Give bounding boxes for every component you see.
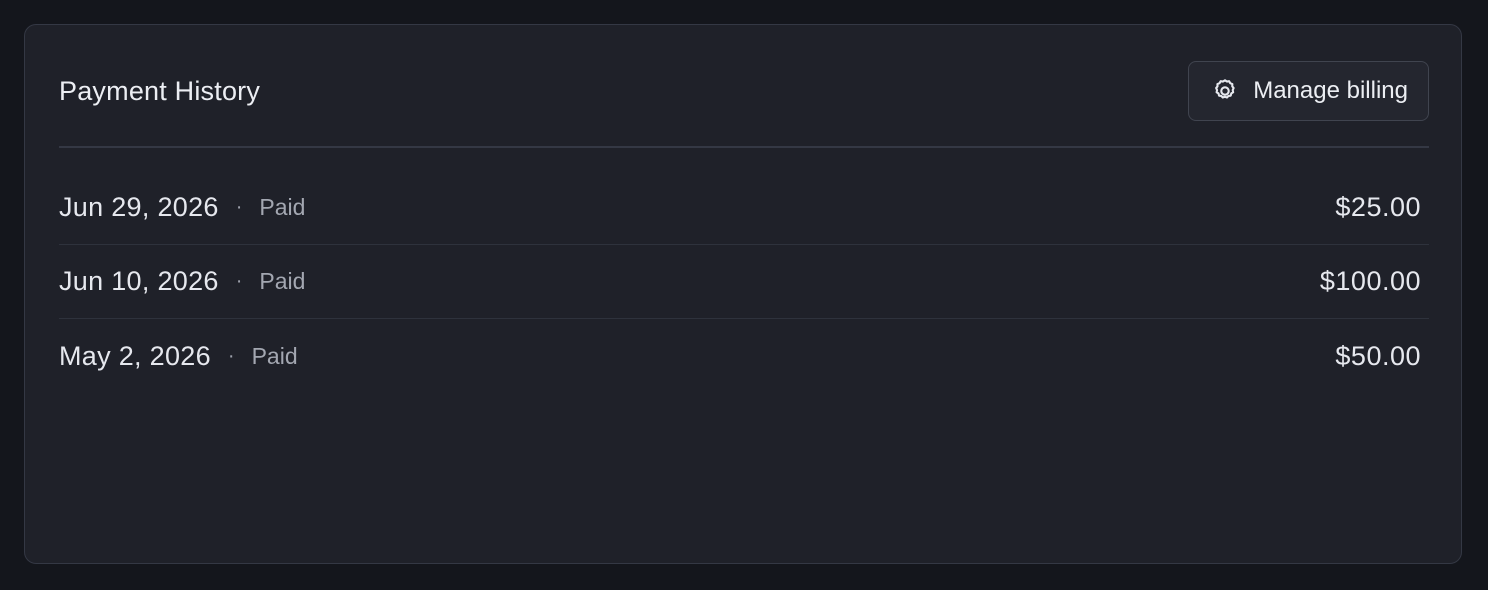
payment-row: May 2, 2026 · Paid $50.00: [59, 319, 1429, 393]
payment-date: May 2, 2026: [59, 340, 211, 371]
payment-row: Jun 29, 2026 · Paid $25.00: [59, 171, 1429, 245]
separator-dot: ·: [235, 270, 243, 292]
payment-amount: $25.00: [1335, 192, 1421, 222]
separator-dot: ·: [235, 196, 243, 218]
payment-history-card: Payment History Manage billing Jun 29, 2…: [24, 24, 1462, 564]
manage-billing-button[interactable]: Manage billing: [1188, 61, 1429, 121]
payment-amount: $100.00: [1319, 266, 1421, 296]
payment-row: Jun 10, 2026 · Paid $100.00: [59, 245, 1429, 319]
payment-status: Paid: [259, 194, 306, 220]
payment-amount: $50.00: [1335, 340, 1421, 371]
card-header: Payment History Manage billing: [59, 59, 1429, 123]
header-divider: [59, 146, 1429, 148]
card-title: Payment History: [59, 75, 261, 106]
payment-status: Paid: [251, 342, 298, 369]
gear-icon: [1211, 77, 1239, 105]
payment-row-info: May 2, 2026 · Paid: [59, 341, 298, 372]
manage-billing-label: Manage billing: [1253, 77, 1408, 104]
payment-date: Jun 29, 2026: [59, 192, 219, 222]
payment-date: Jun 10, 2026: [59, 266, 219, 296]
separator-dot: ·: [227, 344, 235, 367]
payment-row-info: Jun 29, 2026 · Paid: [59, 192, 305, 223]
payment-status: Paid: [259, 268, 306, 294]
payment-list: Jun 29, 2026 · Paid $25.00 Jun 10, 2026 …: [59, 171, 1429, 393]
payment-row-info: Jun 10, 2026 · Paid: [59, 266, 305, 297]
